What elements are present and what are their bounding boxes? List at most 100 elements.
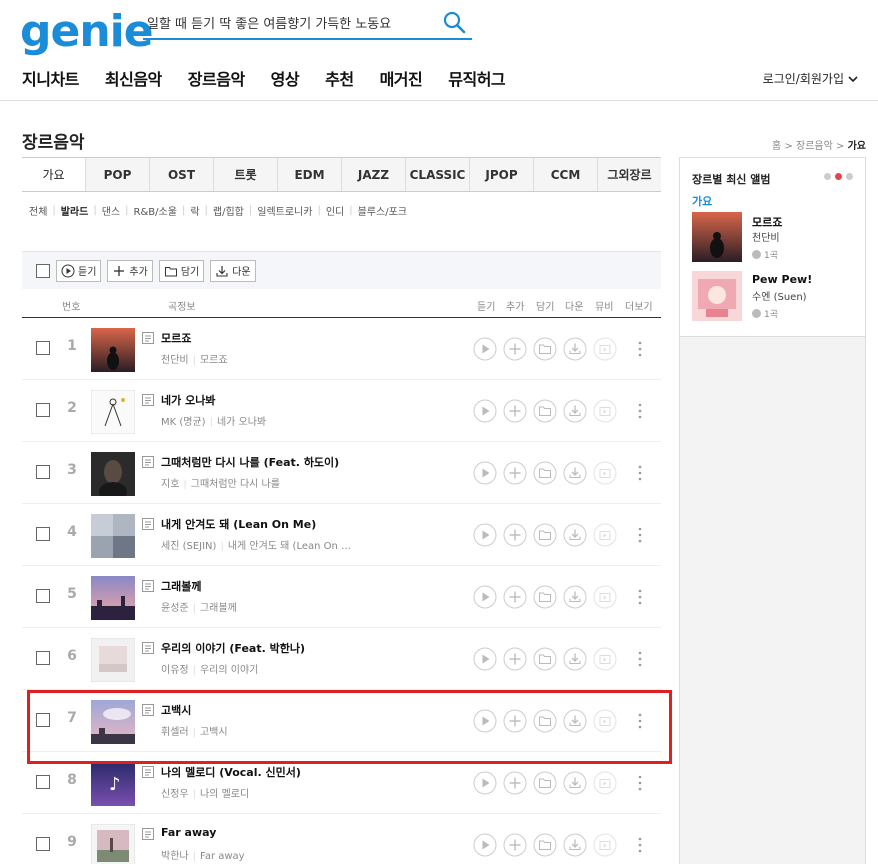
subgenre-hiphop[interactable]: 랩/힙합 — [213, 203, 244, 218]
tab-classic[interactable]: CLASSIC — [405, 158, 469, 191]
album-cover[interactable] — [692, 212, 742, 262]
song-artist[interactable]: 지호 — [161, 479, 179, 490]
more-options-icon[interactable] — [636, 772, 644, 794]
song-album[interactable]: 네가 오나봐 — [217, 417, 266, 428]
folder-icon[interactable] — [533, 771, 557, 795]
song-artist[interactable]: 천단비 — [161, 355, 189, 366]
login-link[interactable]: 로그인/회원가입 — [763, 70, 858, 87]
subgenre-blues-folk[interactable]: 블루스/포크 — [358, 203, 407, 218]
lyrics-icon[interactable] — [141, 517, 155, 531]
play-icon[interactable] — [473, 523, 497, 547]
lyrics-icon[interactable] — [141, 393, 155, 407]
folder-icon[interactable] — [533, 337, 557, 361]
plus-icon[interactable] — [503, 585, 527, 609]
song-row[interactable]: 7 고백시 휘셀러 | 고백시 — [22, 690, 661, 752]
nav-item-magazine[interactable]: 매거진 — [380, 66, 423, 90]
download-icon[interactable] — [563, 461, 587, 485]
song-checkbox[interactable] — [36, 341, 50, 355]
tab-trot[interactable]: 트롯 — [213, 158, 277, 191]
nav-item-genre[interactable]: 장르음악 — [188, 66, 245, 90]
song-album[interactable]: 그때처럼만 다시 나를 — [191, 479, 280, 490]
album-item[interactable]: 모르죠 천단비 1곡 — [692, 212, 862, 264]
song-album[interactable]: 그래볼께 — [200, 603, 237, 614]
nav-item-musichug[interactable]: 뮤직허그 — [448, 66, 505, 90]
latest-albums-tab[interactable]: 가요 — [692, 193, 712, 209]
tab-jpop[interactable]: JPOP — [469, 158, 533, 191]
download-icon[interactable] — [563, 709, 587, 733]
genie-logo[interactable]: genie — [20, 4, 154, 60]
tab-pop[interactable]: POP — [85, 158, 149, 191]
album-title[interactable]: 모르죠 — [752, 214, 782, 230]
song-artist[interactable]: 이유정 — [161, 665, 189, 676]
play-icon[interactable] — [473, 647, 497, 671]
download-icon[interactable] — [563, 337, 587, 361]
folder-icon[interactable] — [533, 399, 557, 423]
song-checkbox[interactable] — [36, 527, 50, 541]
folder-icon[interactable] — [533, 647, 557, 671]
song-row[interactable]: 6 우리의 이야기 (Feat. 박한나) 이유정 | 우리의 이야기 — [22, 628, 661, 690]
album-thumbnail[interactable] — [91, 576, 135, 620]
plus-icon[interactable] — [503, 337, 527, 361]
select-all-checkbox[interactable] — [36, 263, 50, 278]
page-dot-active[interactable] — [835, 173, 842, 180]
song-album[interactable]: 모르죠 — [200, 355, 228, 366]
plus-icon[interactable] — [503, 647, 527, 671]
song-title[interactable]: 네가 오나봐 — [161, 392, 215, 408]
plus-icon[interactable] — [503, 771, 527, 795]
song-row[interactable]: 9 Far away 박한나 | Far away — [22, 814, 661, 864]
page-dot[interactable] — [846, 173, 853, 180]
song-title[interactable]: 그래볼께 — [161, 578, 201, 594]
album-artist[interactable]: 수엔 (Suen) — [752, 288, 807, 303]
album-item[interactable]: Pew Pew! 수엔 (Suen) 1곡 — [692, 271, 862, 323]
breadcrumb-genre[interactable]: 장르음악 — [796, 141, 833, 152]
subgenre-all[interactable]: 전체 — [29, 203, 47, 218]
song-checkbox[interactable] — [36, 713, 50, 727]
lyrics-icon[interactable] — [141, 703, 155, 717]
play-icon[interactable] — [473, 585, 497, 609]
folder-icon[interactable] — [533, 523, 557, 547]
tab-ccm[interactable]: CCM — [533, 158, 597, 191]
save-button[interactable]: 담기 — [158, 259, 205, 282]
more-options-icon[interactable] — [636, 524, 644, 546]
song-checkbox[interactable] — [36, 651, 50, 665]
song-artist[interactable]: 휘셀러 — [161, 727, 189, 738]
download-icon[interactable] — [563, 399, 587, 423]
song-checkbox[interactable] — [36, 837, 50, 851]
album-thumbnail[interactable] — [91, 824, 135, 864]
plus-icon[interactable] — [503, 399, 527, 423]
album-thumbnail[interactable] — [91, 514, 135, 558]
song-checkbox[interactable] — [36, 775, 50, 789]
play-icon[interactable] — [473, 461, 497, 485]
album-thumbnail[interactable] — [91, 700, 135, 744]
add-button[interactable]: 추가 — [107, 259, 153, 282]
tab-ost[interactable]: OST — [149, 158, 213, 191]
folder-icon[interactable] — [533, 709, 557, 733]
play-icon[interactable] — [473, 833, 497, 857]
download-icon[interactable] — [563, 585, 587, 609]
song-artist[interactable]: 신정우 — [161, 789, 189, 800]
album-artist[interactable]: 천단비 — [752, 229, 780, 244]
song-album[interactable]: 우리의 이야기 — [200, 665, 258, 676]
song-row[interactable]: 1 모르죠 천단비 | 모르죠 — [22, 318, 661, 380]
subgenre-electronica[interactable]: 일렉트로니카 — [257, 203, 312, 218]
plus-icon[interactable] — [503, 709, 527, 733]
download-icon[interactable] — [563, 771, 587, 795]
song-title[interactable]: 모르죠 — [161, 330, 191, 346]
song-artist[interactable]: 세진 (SEJIN) — [161, 541, 216, 552]
folder-icon[interactable] — [533, 833, 557, 857]
nav-item-chart[interactable]: 지니차트 — [22, 66, 79, 90]
song-artist[interactable]: 박한나 — [161, 851, 189, 862]
tab-edm[interactable]: EDM — [277, 158, 341, 191]
download-icon[interactable] — [563, 647, 587, 671]
album-title[interactable]: Pew Pew! — [752, 273, 812, 286]
subgenre-rnb[interactable]: R&B/소울 — [134, 203, 177, 218]
song-title[interactable]: 그때처럼만 다시 나를 (Feat. 하도이) — [161, 454, 339, 470]
album-thumbnail[interactable] — [91, 328, 135, 372]
album-thumbnail[interactable] — [91, 638, 135, 682]
page-dot[interactable] — [824, 173, 831, 180]
album-cover[interactable] — [692, 271, 742, 321]
play-icon[interactable] — [473, 771, 497, 795]
song-row[interactable]: 3 그때처럼만 다시 나를 (Feat. 하도이) 지호 | 그때처럼만 다시 나를 — [22, 442, 661, 504]
download-icon[interactable] — [563, 523, 587, 547]
tab-etc[interactable]: 그외장르 — [597, 158, 661, 191]
